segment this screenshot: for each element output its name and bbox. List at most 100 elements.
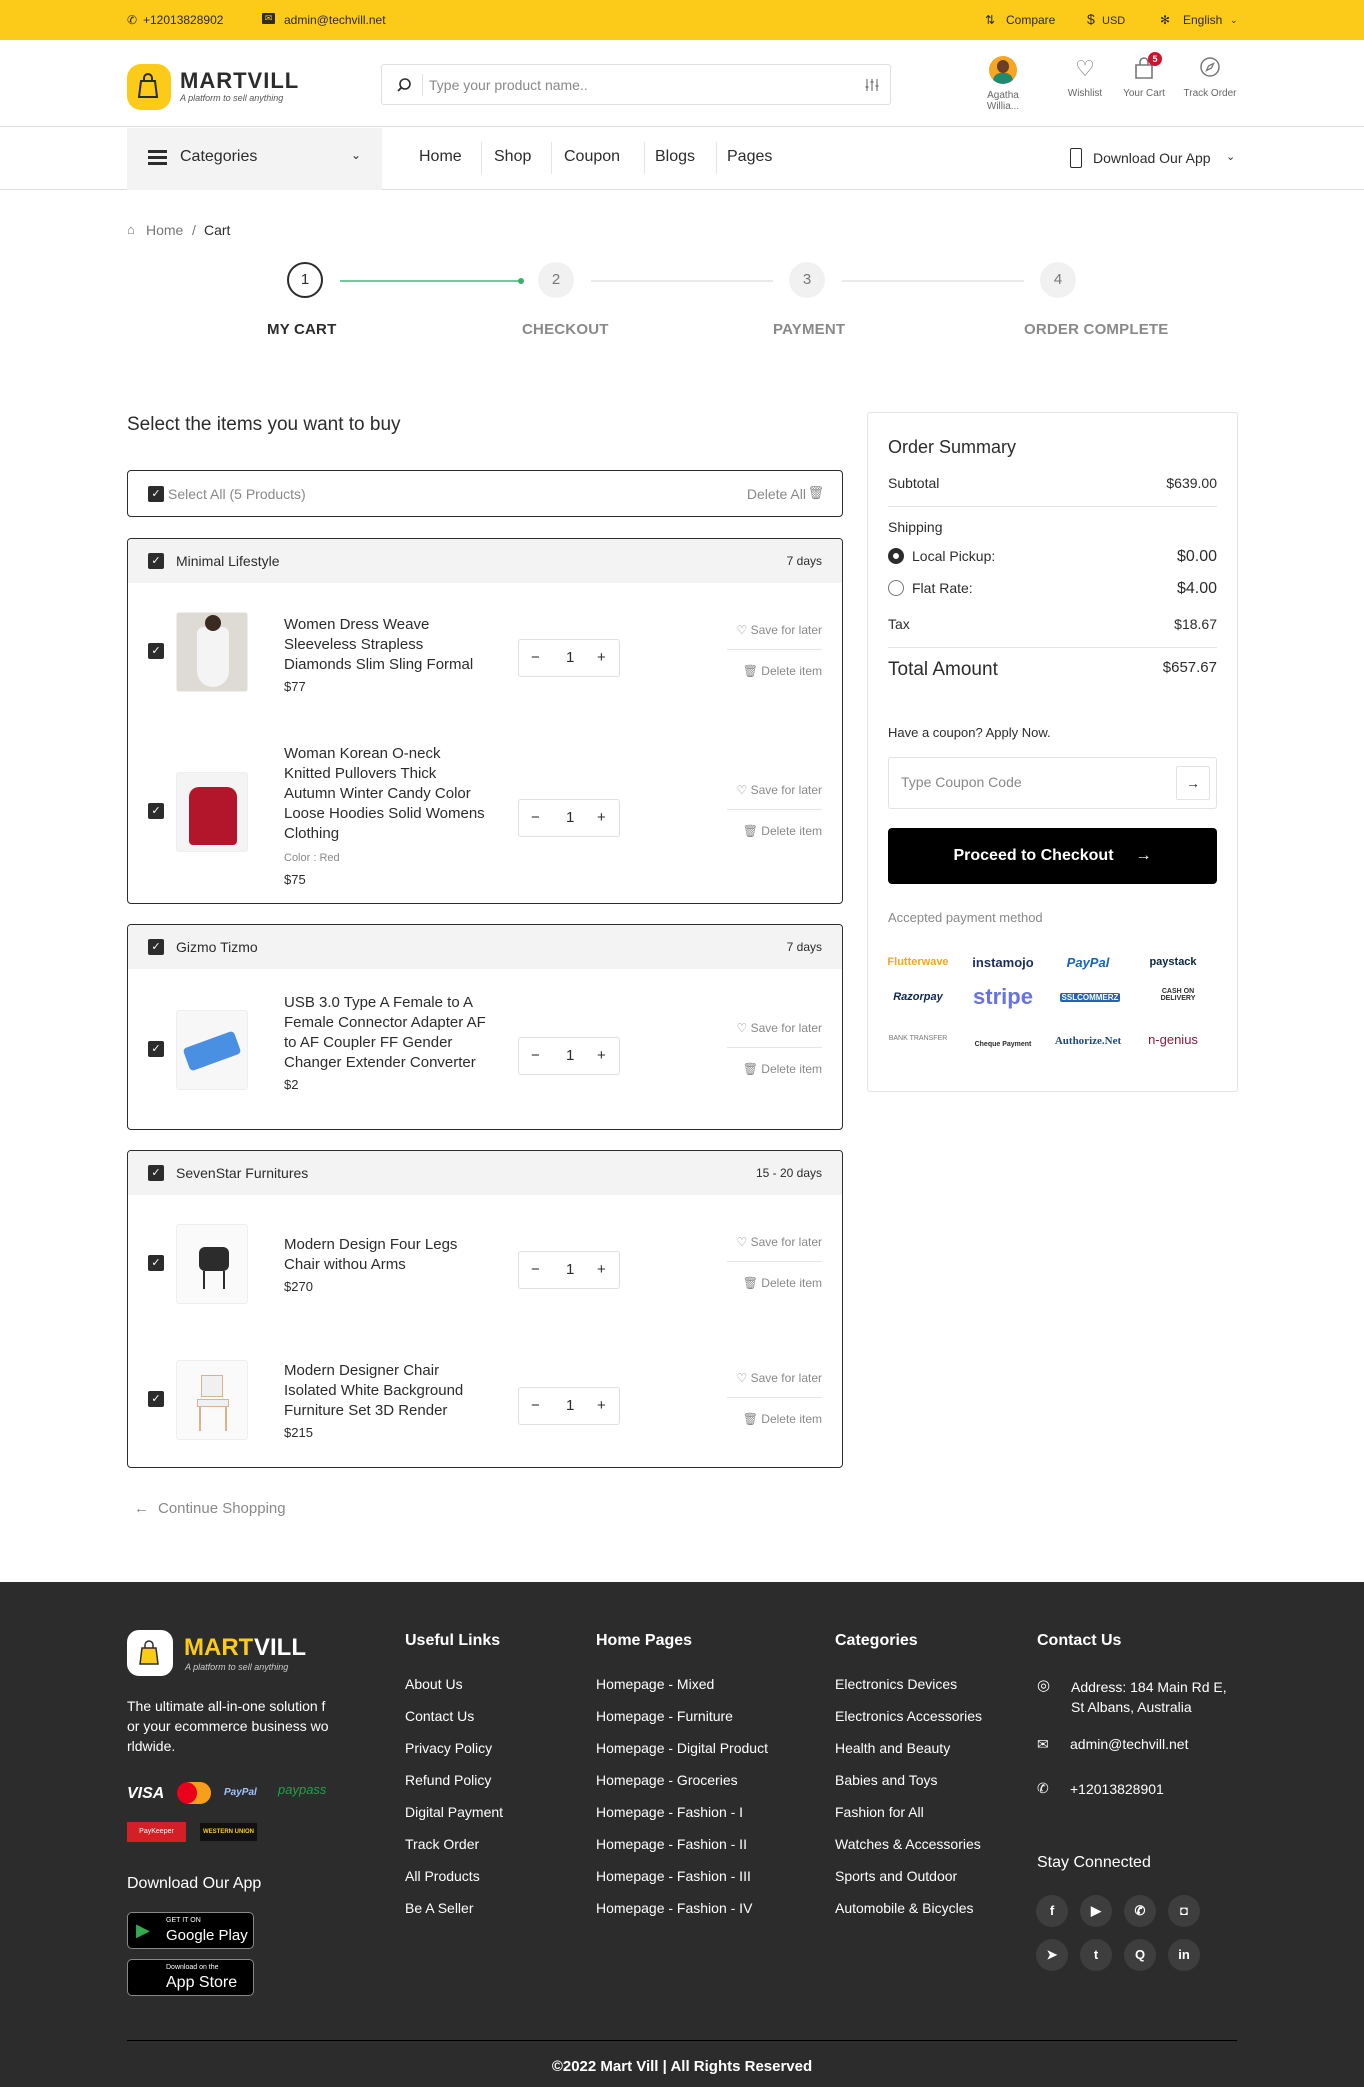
shop-checkbox[interactable]: ✓: [148, 1165, 164, 1181]
save-for-later-button[interactable]: ♡ Save for later: [727, 1021, 822, 1041]
shipping-option-local[interactable]: Local Pickup: $0.00: [888, 548, 1217, 565]
increase-qty-button[interactable]: +: [597, 1397, 606, 1414]
nav-shop[interactable]: Shop: [494, 148, 531, 166]
footer-link[interactable]: All Products: [405, 1868, 480, 1884]
search-input[interactable]: [429, 75, 829, 95]
track-order-link[interactable]: Track Order: [1180, 56, 1240, 99]
quantity-value[interactable]: 1: [566, 649, 574, 666]
footer-link[interactable]: Watches & Accessories: [835, 1836, 981, 1852]
select-all-label[interactable]: Select All (5 Products): [168, 486, 306, 502]
contact-email[interactable]: admin@techvill.net: [1070, 1736, 1189, 1752]
filter-sliders-icon[interactable]: [864, 77, 880, 93]
breadcrumb-home[interactable]: Home: [146, 222, 183, 238]
contact-phone[interactable]: +12013828901: [1070, 1781, 1164, 1797]
search-icon[interactable]: [396, 77, 412, 93]
youtube-icon[interactable]: ▶: [1080, 1895, 1112, 1927]
nav-blogs[interactable]: Blogs: [655, 148, 695, 166]
quora-icon[interactable]: Q: [1124, 1939, 1156, 1971]
topbar-email[interactable]: admin@techvill.net: [284, 13, 386, 27]
proceed-to-checkout-button[interactable]: Proceed to Checkout →: [888, 828, 1217, 884]
footer-logo-badge[interactable]: [127, 1630, 173, 1676]
increase-qty-button[interactable]: +: [597, 1047, 606, 1064]
footer-link[interactable]: Homepage - Mixed: [596, 1676, 714, 1692]
decrease-qty-button[interactable]: −: [531, 809, 540, 826]
footer-link[interactable]: Homepage - Fashion - III: [596, 1868, 751, 1884]
nav-coupon[interactable]: Coupon: [564, 148, 620, 166]
decrease-qty-button[interactable]: −: [531, 649, 540, 666]
save-for-later-button[interactable]: ♡ Save for later: [727, 1371, 822, 1391]
save-for-later-button[interactable]: ♡ Save for later: [727, 623, 822, 643]
quantity-value[interactable]: 1: [566, 1261, 574, 1278]
product-image[interactable]: [176, 612, 248, 692]
facebook-icon[interactable]: f: [1036, 1895, 1068, 1927]
logo-text[interactable]: MARTVILL: [180, 68, 299, 94]
product-name[interactable]: Modern Design Four Legs Chair withou Arm…: [284, 1235, 489, 1275]
currency-select[interactable]: USD: [1102, 15, 1125, 27]
google-play-button[interactable]: ▶ GET IT ON Google Play: [127, 1912, 254, 1949]
footer-link[interactable]: Be A Seller: [405, 1900, 474, 1916]
download-app-dropdown[interactable]: Download Our App: [1093, 150, 1211, 166]
delete-item-button[interactable]: 🗑 Delete item: [727, 664, 822, 678]
radio-selected[interactable]: [888, 548, 904, 564]
categories-dropdown[interactable]: Categories ⌄: [127, 128, 382, 190]
item-checkbox[interactable]: ✓: [148, 1255, 164, 1271]
compare-link[interactable]: Compare: [1006, 13, 1055, 27]
increase-qty-button[interactable]: +: [597, 649, 606, 666]
apply-coupon-button[interactable]: →: [1176, 766, 1210, 800]
trash-icon[interactable]: 🗑: [807, 485, 824, 501]
cart-link[interactable]: Your Cart 5: [1114, 52, 1174, 99]
save-for-later-button[interactable]: ♡ Save for later: [727, 1235, 822, 1255]
delete-item-button[interactable]: 🗑 Delete item: [727, 1412, 822, 1426]
footer-link[interactable]: Fashion for All: [835, 1804, 924, 1820]
coupon-input[interactable]: [901, 774, 1161, 790]
footer-link[interactable]: Contact Us: [405, 1708, 474, 1724]
nav-pages[interactable]: Pages: [727, 148, 772, 166]
decrease-qty-button[interactable]: −: [531, 1261, 540, 1278]
footer-link[interactable]: Homepage - Fashion - II: [596, 1836, 747, 1852]
footer-link[interactable]: Digital Payment: [405, 1804, 503, 1820]
item-checkbox[interactable]: ✓: [148, 803, 164, 819]
product-image[interactable]: [176, 1360, 248, 1440]
product-image[interactable]: [176, 772, 248, 852]
twitter-icon[interactable]: t: [1080, 1939, 1112, 1971]
shop-name[interactable]: Minimal Lifestyle: [176, 553, 279, 569]
nav-home[interactable]: Home: [419, 148, 462, 166]
quantity-value[interactable]: 1: [566, 1047, 574, 1064]
footer-link[interactable]: About Us: [405, 1676, 463, 1692]
product-image[interactable]: [176, 1010, 248, 1090]
topbar-phone[interactable]: +12013828902: [143, 13, 223, 27]
footer-link[interactable]: Privacy Policy: [405, 1740, 492, 1756]
product-name[interactable]: USB 3.0 Type A Female to A Female Connec…: [284, 993, 489, 1073]
decrease-qty-button[interactable]: −: [531, 1047, 540, 1064]
footer-link[interactable]: Refund Policy: [405, 1772, 491, 1788]
footer-link[interactable]: Electronics Accessories: [835, 1708, 982, 1724]
product-image[interactable]: [176, 1224, 248, 1304]
telegram-icon[interactable]: ➤: [1036, 1939, 1068, 1971]
product-name[interactable]: Modern Designer Chair Isolated White Bac…: [284, 1361, 489, 1421]
wishlist-link[interactable]: ♡ Wishlist: [1055, 56, 1115, 99]
shop-name[interactable]: SevenStar Furnitures: [176, 1165, 308, 1181]
account-menu[interactable]: Agatha Willia...: [973, 56, 1033, 112]
footer-link[interactable]: Track Order: [405, 1836, 479, 1852]
delete-item-button[interactable]: 🗑 Delete item: [727, 824, 822, 838]
footer-link[interactable]: Sports and Outdoor: [835, 1868, 957, 1884]
product-name[interactable]: Woman Korean O-neck Knitted Pullovers Th…: [284, 744, 489, 844]
delete-item-button[interactable]: 🗑 Delete item: [727, 1276, 822, 1290]
footer-link[interactable]: Babies and Toys: [835, 1772, 937, 1788]
item-checkbox[interactable]: ✓: [148, 1041, 164, 1057]
footer-link[interactable]: Electronics Devices: [835, 1676, 957, 1692]
footer-link[interactable]: Automobile & Bicycles: [835, 1900, 974, 1916]
app-store-button[interactable]: Download on the App Store: [127, 1959, 254, 1996]
select-all-checkbox[interactable]: ✓: [148, 486, 164, 502]
increase-qty-button[interactable]: +: [597, 1261, 606, 1278]
delete-item-button[interactable]: 🗑 Delete item: [727, 1062, 822, 1076]
quantity-value[interactable]: 1: [566, 809, 574, 826]
save-for-later-button[interactable]: ♡ Save for later: [727, 783, 822, 803]
shop-checkbox[interactable]: ✓: [148, 553, 164, 569]
footer-link[interactable]: Homepage - Groceries: [596, 1772, 738, 1788]
footer-link[interactable]: Homepage - Digital Product: [596, 1740, 768, 1756]
radio-unselected[interactable]: [888, 580, 904, 596]
delete-all-button[interactable]: Delete All: [747, 486, 806, 502]
linkedin-icon[interactable]: in: [1168, 1939, 1200, 1971]
shipping-option-flat[interactable]: Flat Rate: $4.00: [888, 580, 1217, 597]
